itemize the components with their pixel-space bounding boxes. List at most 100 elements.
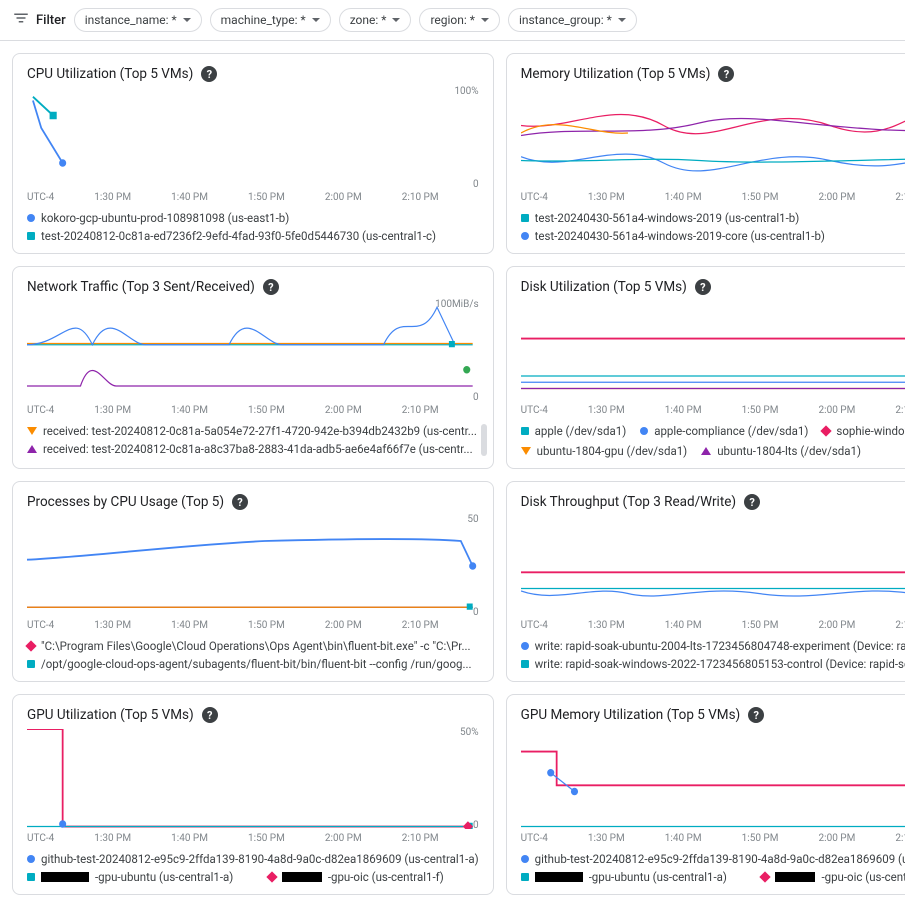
chart-svg bbox=[521, 729, 905, 829]
help-icon[interactable]: ? bbox=[718, 66, 734, 82]
x-axis: UTC-41:30 PM1:40 PM1:50 PM2:00 PM2:10 PM bbox=[27, 405, 479, 416]
legend-label: ubuntu-1804-gpu (/dev/sda1) bbox=[537, 444, 688, 458]
legend-item[interactable]: received: test-20240812-0c81a-a8c37ba8-2… bbox=[27, 442, 479, 456]
filter-chip-instance_group[interactable]: instance_group: * bbox=[508, 8, 637, 32]
filter-chip-machine_type[interactable]: machine_type: * bbox=[210, 8, 331, 32]
legend-item[interactable]: test-20240812-0c81a-ed7236f2-9efd-4fad-9… bbox=[27, 229, 479, 243]
legend-label: github-test-20240812-e95c9-2ffda139-8190… bbox=[41, 852, 479, 866]
x-tick: 2:00 PM bbox=[325, 405, 362, 416]
chart-plot[interactable]: 200MiB/s 100MiB/s 0 bbox=[521, 516, 905, 616]
help-icon[interactable]: ? bbox=[744, 494, 760, 510]
chart-svg bbox=[27, 301, 479, 401]
chart-legend: apple (/dev/sda1) apple-compliance (/dev/… bbox=[521, 424, 905, 458]
chart-plot[interactable]: 10% 0 bbox=[521, 729, 905, 829]
legend-marker-icon bbox=[27, 427, 37, 435]
help-icon[interactable]: ? bbox=[201, 66, 217, 82]
chevron-down-icon bbox=[481, 18, 489, 22]
x-tick: 1:30 PM bbox=[588, 833, 625, 844]
y-axis-max: 50% bbox=[460, 727, 479, 738]
help-icon[interactable]: ? bbox=[695, 279, 711, 295]
legend-marker-icon bbox=[821, 425, 832, 436]
chart-card-proc: Processes by CPU Usage (Top 5) ? 50 0 UT… bbox=[12, 481, 494, 682]
legend-item[interactable]: test-20240430-561a4-windows-2019 (us-cen… bbox=[521, 211, 905, 225]
help-icon[interactable]: ? bbox=[202, 707, 218, 723]
legend-item[interactable]: /opt/google-cloud-ops-agent/subagents/fl… bbox=[27, 657, 479, 671]
chart-title: GPU Memory Utilization (Top 5 VMs) bbox=[521, 707, 741, 723]
legend-item[interactable]: write: rapid-soak-windows-2022-172345680… bbox=[521, 657, 905, 671]
dashboard-grid: CPU Utilization (Top 5 VMs) ? 100% 0 UTC… bbox=[0, 41, 905, 907]
x-tick: 2:10 PM bbox=[402, 405, 439, 416]
legend-marker-icon bbox=[521, 214, 529, 222]
legend-item[interactable]: ubuntu-1804-gpu (/dev/sda1) bbox=[521, 444, 688, 458]
legend-marker-icon bbox=[521, 660, 529, 668]
help-icon[interactable]: ? bbox=[232, 494, 248, 510]
x-tick: 1:40 PM bbox=[665, 405, 702, 416]
legend-marker-icon bbox=[521, 642, 529, 650]
x-tick: 1:50 PM bbox=[742, 405, 779, 416]
legend-item[interactable]: github-test-20240812-e95c9-2ffda139-8190… bbox=[27, 852, 479, 866]
legend-item[interactable]: ubuntu-1804-lts (/dev/sda1) bbox=[701, 444, 861, 458]
chart-plot[interactable]: 80% 70% bbox=[521, 88, 905, 188]
legend-marker-icon bbox=[760, 871, 771, 882]
legend-item[interactable]: received: test-20240812-0c81a-5a054e72-2… bbox=[27, 424, 479, 438]
x-tick: 2:10 PM bbox=[895, 192, 905, 203]
legend-marker-icon bbox=[27, 855, 35, 863]
chip-label: instance_name: * bbox=[85, 13, 177, 27]
x-tick: 1:30 PM bbox=[94, 833, 131, 844]
chevron-down-icon bbox=[618, 18, 626, 22]
filter-chip-region[interactable]: region: * bbox=[419, 8, 500, 32]
filter-chip-zone[interactable]: zone: * bbox=[339, 8, 412, 32]
chart-card-net: Network Traffic (Top 3 Sent/Received) ? … bbox=[12, 266, 494, 469]
chart-plot[interactable]: 100% 0 bbox=[27, 88, 479, 188]
x-tick: 1:50 PM bbox=[742, 833, 779, 844]
x-axis: UTC-41:30 PM1:40 PM1:50 PM2:00 PM2:10 PM bbox=[521, 405, 905, 416]
legend-marker-icon bbox=[521, 232, 529, 240]
chart-title: Disk Throughput (Top 3 Read/Write) bbox=[521, 494, 736, 510]
x-tick: 1:50 PM bbox=[248, 192, 285, 203]
x-tick: 2:10 PM bbox=[895, 405, 905, 416]
chart-plot[interactable]: 50 0 bbox=[27, 516, 479, 616]
legend-item[interactable]: github-test-20240812-e95c9-2ffda139-8190… bbox=[521, 852, 905, 866]
legend-label: ubuntu-1804-lts (/dev/sda1) bbox=[717, 444, 861, 458]
x-tick: 2:00 PM bbox=[819, 833, 856, 844]
legend-label: apple-compliance (/dev/sda1) bbox=[654, 424, 808, 438]
filter-chip-instance_name[interactable]: instance_name: * bbox=[74, 8, 202, 32]
legend-item[interactable]: kokoro-gcp-ubuntu-prod-108981098 (us-eas… bbox=[27, 211, 479, 225]
x-tick: 2:00 PM bbox=[325, 620, 362, 631]
filter-bar: Filter instance_name: *machine_type: *zo… bbox=[0, 0, 905, 41]
legend-marker-icon bbox=[521, 873, 529, 881]
legend-marker-icon bbox=[27, 214, 35, 222]
legend-label: write: rapid-soak-ubuntu-2004-lts-172345… bbox=[535, 639, 905, 653]
x-tick: 2:00 PM bbox=[325, 192, 362, 203]
legend-marker-icon bbox=[27, 445, 37, 453]
x-axis: UTC-41:30 PM1:40 PM1:50 PM2:00 PM2:10 PM bbox=[521, 833, 905, 844]
help-icon[interactable]: ? bbox=[263, 279, 279, 295]
legend-marker-icon bbox=[521, 855, 529, 863]
legend-item[interactable]: "C:\Program Files\Google\Cloud Operation… bbox=[27, 639, 479, 653]
chart-plot[interactable]: 70% 60% bbox=[521, 301, 905, 401]
legend-marker-icon bbox=[25, 640, 36, 651]
legend-item[interactable]: apple (/dev/sda1) bbox=[521, 424, 627, 438]
x-tick: 1:30 PM bbox=[588, 405, 625, 416]
legend-item[interactable]: sophie-windows (C:) bbox=[822, 424, 905, 438]
legend-marker-icon bbox=[266, 871, 277, 882]
chart-title: Processes by CPU Usage (Top 5) bbox=[27, 494, 224, 510]
chart-plot[interactable]: 100MiB/s 0 bbox=[27, 301, 479, 401]
x-axis: UTC-41:30 PM1:40 PM1:50 PM2:00 PM2:10 PM bbox=[27, 192, 479, 203]
help-icon[interactable]: ? bbox=[748, 707, 764, 723]
x-tick: 2:10 PM bbox=[402, 192, 439, 203]
chip-label: instance_group: * bbox=[519, 13, 612, 27]
x-tick: 2:00 PM bbox=[819, 192, 856, 203]
chip-label: zone: * bbox=[350, 13, 387, 27]
x-tick: 1:40 PM bbox=[665, 192, 702, 203]
y-axis-max: 100MiB/s bbox=[435, 299, 479, 310]
legend-item[interactable]: test-20240430-561a4-windows-2019-core (u… bbox=[521, 229, 905, 243]
legend-item[interactable]: apple-compliance (/dev/sda1) bbox=[640, 424, 808, 438]
legend-scrollbar[interactable] bbox=[481, 424, 487, 456]
chart-svg bbox=[521, 516, 905, 616]
legend-item[interactable]: -gpu-ubuntu (us-central1-a)-gpu-oic (us-… bbox=[27, 870, 479, 884]
chart-plot[interactable]: 50% 0 bbox=[27, 729, 479, 829]
x-tick: 1:50 PM bbox=[742, 192, 779, 203]
legend-item[interactable]: write: rapid-soak-ubuntu-2004-lts-172345… bbox=[521, 639, 905, 653]
legend-item[interactable]: -gpu-ubuntu (us-central1-a)-gpu-oic (us-… bbox=[521, 870, 905, 884]
